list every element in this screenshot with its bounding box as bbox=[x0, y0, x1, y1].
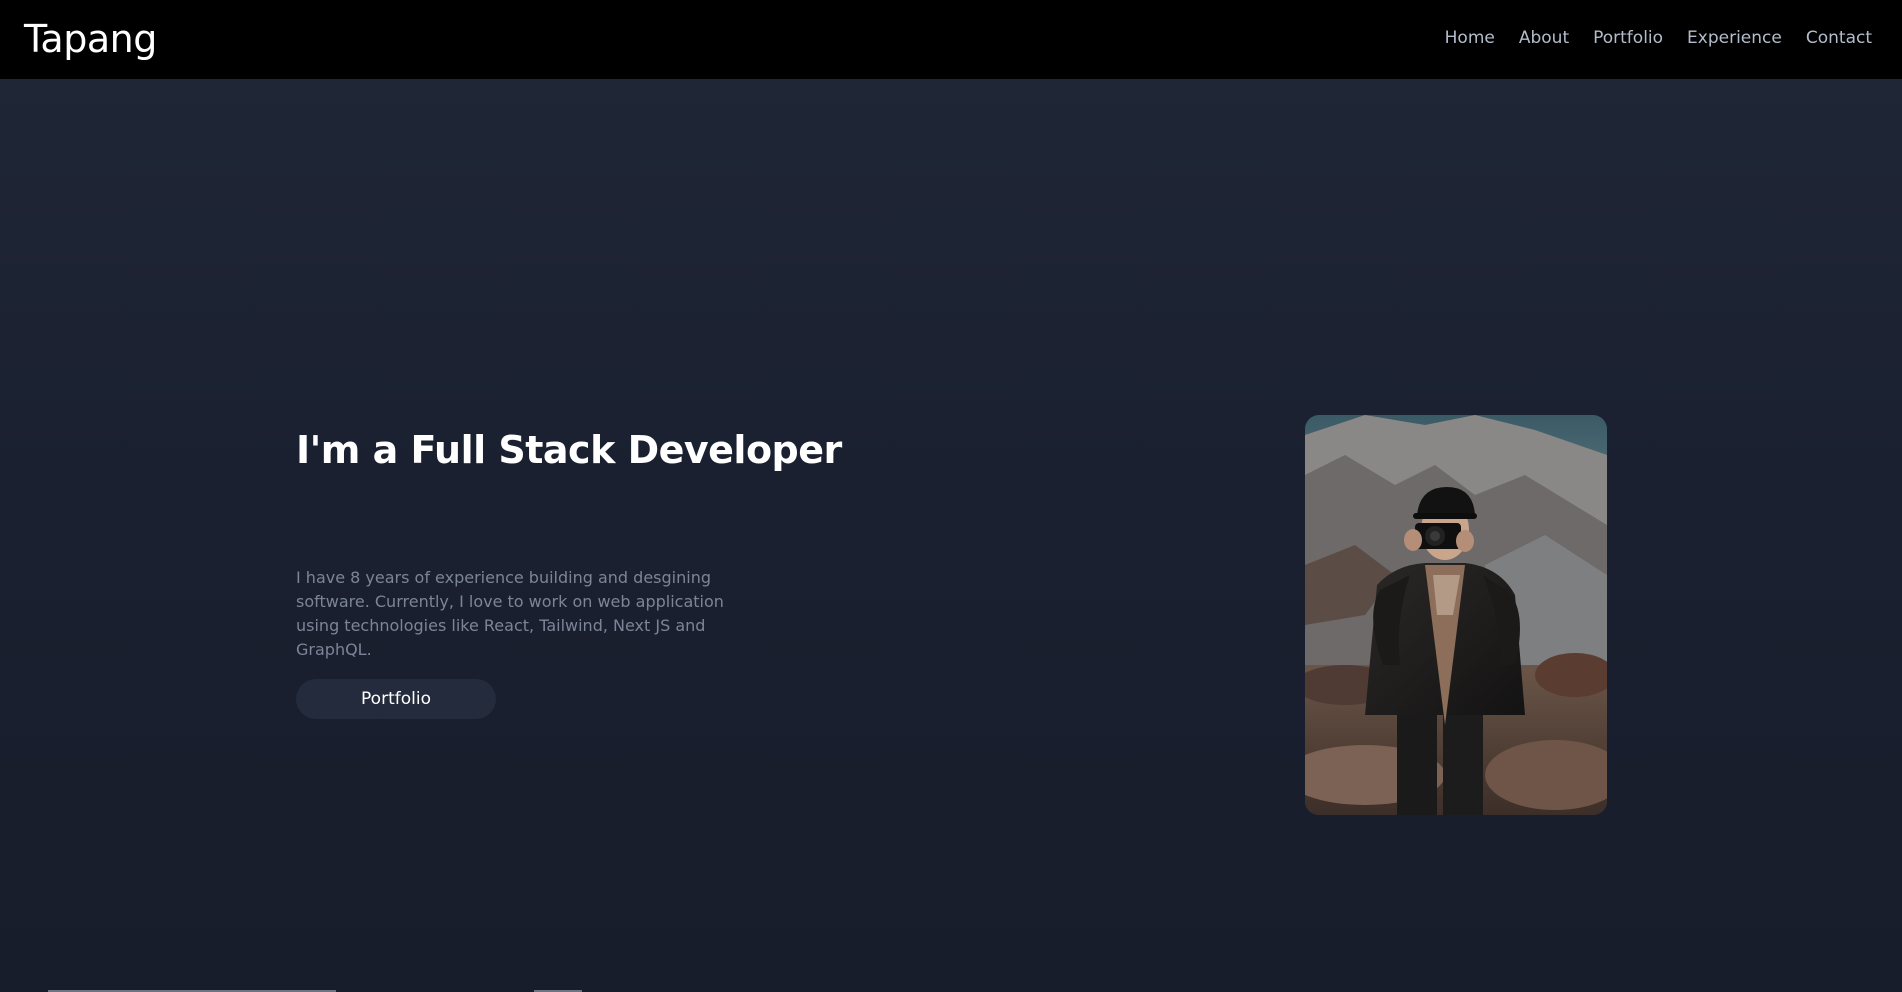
nav-menu: Home About Portfolio Experience Contact bbox=[1445, 26, 1872, 50]
nav-link-home[interactable]: Home bbox=[1445, 26, 1495, 50]
nav-link-about[interactable]: About bbox=[1519, 26, 1569, 50]
navbar: Tapang Home About Portfolio Experience C… bbox=[0, 0, 1902, 79]
nav-link-experience[interactable]: Experience bbox=[1687, 26, 1782, 50]
hero-description: I have 8 years of experience building an… bbox=[296, 568, 724, 659]
brand-logo[interactable]: Tapang bbox=[24, 17, 157, 61]
portfolio-button[interactable]: Portfolio bbox=[296, 679, 496, 719]
hero-photo bbox=[1305, 415, 1607, 815]
nav-link-portfolio[interactable]: Portfolio bbox=[1593, 26, 1663, 50]
nav-link-contact[interactable]: Contact bbox=[1806, 26, 1872, 50]
hero-headline: I'm a Full Stack Developer bbox=[296, 428, 842, 472]
hero-section bbox=[0, 79, 1902, 992]
